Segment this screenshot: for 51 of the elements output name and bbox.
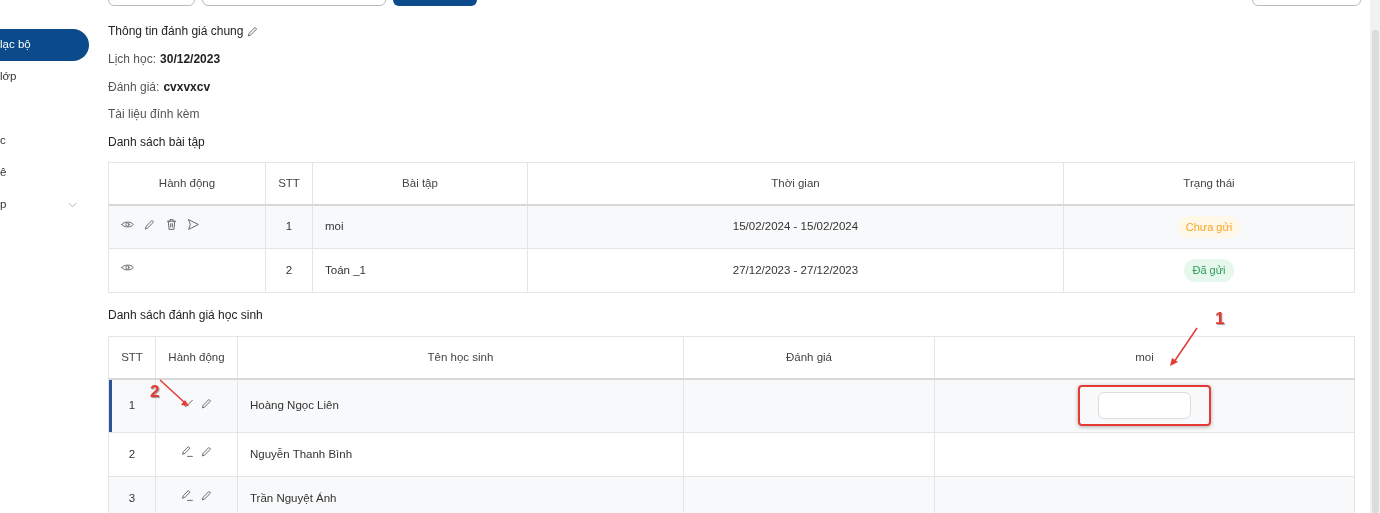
column-header: STT — [108, 336, 156, 379]
status-badge: Chưa gửi — [1177, 215, 1241, 238]
sidebar-item[interactable]: c — [0, 125, 89, 157]
column-header: Hành động — [108, 162, 266, 205]
pencil-icon[interactable] — [199, 445, 213, 459]
table-cell: Toán _1 — [312, 248, 528, 293]
input-field[interactable] — [1098, 392, 1191, 420]
arrow — [159, 379, 189, 406]
annotation-number: 1 — [1215, 310, 1225, 327]
table-cell: 27/12/2023 - 27/12/2023 — [527, 248, 1064, 293]
pencil-icon[interactable] — [199, 489, 213, 503]
send-icon[interactable] — [187, 217, 200, 231]
table-cell: moi — [312, 204, 528, 249]
annotation-number: 2 — [150, 383, 160, 400]
pencil-line-icon[interactable] — [180, 445, 194, 459]
sidebar-item[interactable]: ê — [0, 157, 89, 189]
section-title: Thông tin đánh giá chung — [108, 23, 244, 40]
field-value: 30/12/2023 — [160, 51, 221, 68]
table-cell: 2 — [108, 432, 156, 477]
column-header: Thời gian — [527, 162, 1064, 205]
column-header: STT — [265, 162, 313, 205]
pencil-icon[interactable] — [143, 217, 156, 231]
section-title: Danh sách đánh giá học sinh — [108, 308, 263, 322]
column-header: Hành động — [155, 336, 238, 379]
column-header: Trạng thái — [1063, 162, 1355, 205]
sidebar-item[interactable]: p — [0, 189, 89, 221]
status-badge: Đã gửi — [1184, 259, 1234, 282]
sidebar-item[interactable]: lạc bộ — [0, 29, 89, 61]
table-cell: 2 — [265, 248, 313, 293]
table-cell: Hoàng Ngọc Liên — [237, 378, 684, 433]
attachments-label: Tài liệu đính kèm — [108, 107, 200, 121]
sidebar-item[interactable]: lớp — [0, 61, 89, 93]
field-value: cvxvxcv — [163, 79, 211, 96]
column-header: Đánh giá — [683, 336, 935, 379]
column-header: moi — [934, 336, 1355, 379]
pencil-line-icon[interactable] — [180, 489, 194, 503]
trash-icon[interactable] — [165, 217, 178, 231]
arrow — [1170, 327, 1198, 366]
table-cell: 1 — [265, 204, 313, 249]
column-header: Bài tập — [312, 162, 528, 205]
pencil-icon[interactable] — [246, 24, 260, 38]
table-cell: Nguyễn Thanh Bình — [237, 432, 684, 477]
column-header: Tên học sinh — [237, 336, 684, 379]
table-cell: Trần Nguyệt Ánh — [237, 476, 684, 513]
field-label: Lịch học: — [108, 51, 157, 68]
section-title: Danh sách bài tập — [108, 135, 205, 149]
table-cell: 3 — [108, 476, 156, 513]
field-label: Đánh giá: — [108, 79, 160, 96]
table-cell: 15/02/2024 - 15/02/2024 — [527, 204, 1064, 249]
scrollbar[interactable] — [1370, 0, 1380, 513]
pencil-icon[interactable] — [199, 396, 213, 410]
